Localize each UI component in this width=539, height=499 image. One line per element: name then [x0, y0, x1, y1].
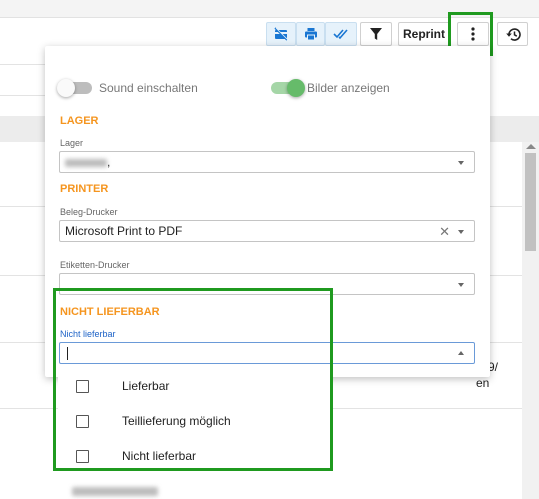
- images-toggle[interactable]: Bilder anzeigen: [271, 79, 390, 97]
- lager-label: Lager: [60, 138, 84, 148]
- divider: [0, 95, 45, 96]
- blurred-value: [65, 159, 107, 167]
- blurred-text: [72, 487, 158, 496]
- scrollbar-thumb[interactable]: [525, 153, 536, 251]
- section-printer: PRINTER: [60, 183, 109, 195]
- toggle-thumb: [57, 79, 75, 97]
- filter-button[interactable]: [360, 22, 392, 46]
- dropdown-arrow-icon: [458, 161, 464, 165]
- dropdown-arrow-icon: [458, 283, 464, 287]
- toggle-thumb: [287, 79, 305, 97]
- history-icon: [505, 27, 521, 41]
- images-toggle-switch[interactable]: [271, 79, 305, 97]
- dropdown-arrow-up-icon: [458, 351, 464, 355]
- done-all-icon: [333, 29, 348, 40]
- history-button[interactable]: [497, 22, 528, 46]
- sound-toggle[interactable]: Sound einschalten: [57, 79, 198, 97]
- section-lager: LAGER: [60, 115, 99, 127]
- card-off-icon: [274, 27, 288, 41]
- highlight-box: [53, 288, 333, 471]
- dropdown-arrow-icon: [458, 230, 464, 234]
- etiketten-drucker-label: Etiketten-Drucker: [60, 260, 130, 270]
- beleg-drucker-label: Beleg-Drucker: [60, 207, 118, 217]
- lager-select-value: ,: [107, 155, 111, 169]
- card-off-button[interactable]: [266, 22, 296, 46]
- sound-toggle-label: Sound einschalten: [99, 81, 198, 95]
- beleg-drucker-value: Microsoft Print to PDF: [65, 224, 183, 238]
- filter-icon: [370, 27, 382, 40]
- row-text: en: [476, 376, 490, 390]
- scroll-up-arrow[interactable]: [526, 144, 536, 149]
- beleg-drucker-select[interactable]: Microsoft Print to PDF ✕: [59, 220, 475, 242]
- lager-select[interactable]: ,: [59, 151, 475, 173]
- done-all-button[interactable]: [325, 22, 357, 46]
- sound-toggle-switch[interactable]: [57, 79, 92, 97]
- divider: [0, 64, 45, 65]
- print-icon: [304, 28, 317, 41]
- images-toggle-label: Bilder anzeigen: [307, 81, 390, 95]
- clear-icon[interactable]: ✕: [439, 224, 450, 240]
- reprint-label: Reprint: [403, 27, 445, 41]
- reprint-button[interactable]: Reprint: [398, 22, 450, 46]
- print-button[interactable]: [296, 22, 325, 46]
